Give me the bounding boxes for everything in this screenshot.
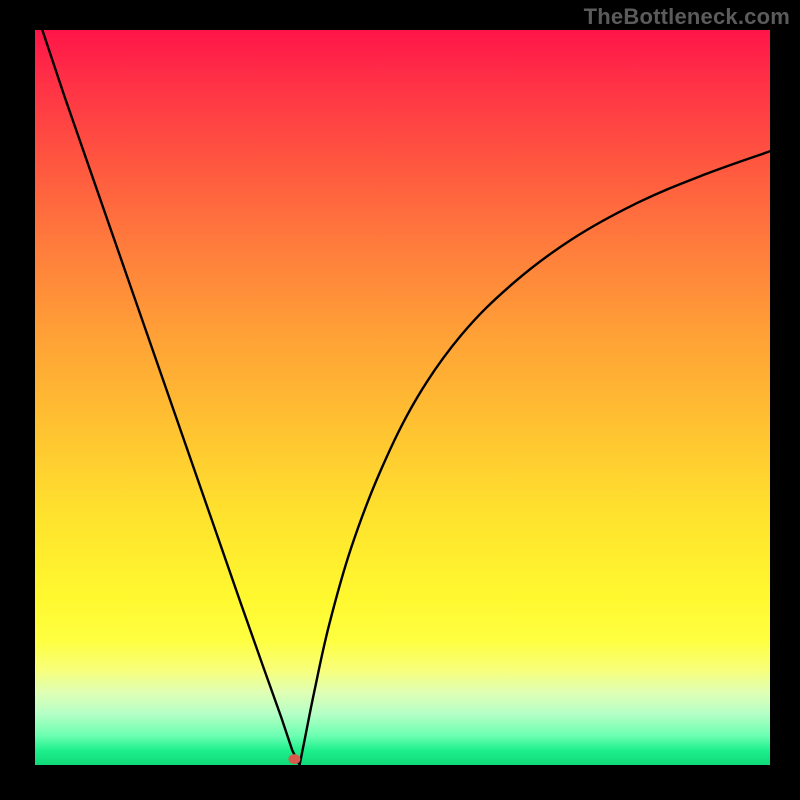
curve-right-branch (300, 151, 770, 765)
attribution-label: TheBottleneck.com (584, 4, 790, 30)
bottleneck-curve (35, 30, 770, 765)
chart-frame: TheBottleneck.com (0, 0, 800, 800)
curve-left-branch (35, 8, 300, 765)
plot-area (35, 30, 770, 765)
optimum-marker (288, 754, 300, 764)
